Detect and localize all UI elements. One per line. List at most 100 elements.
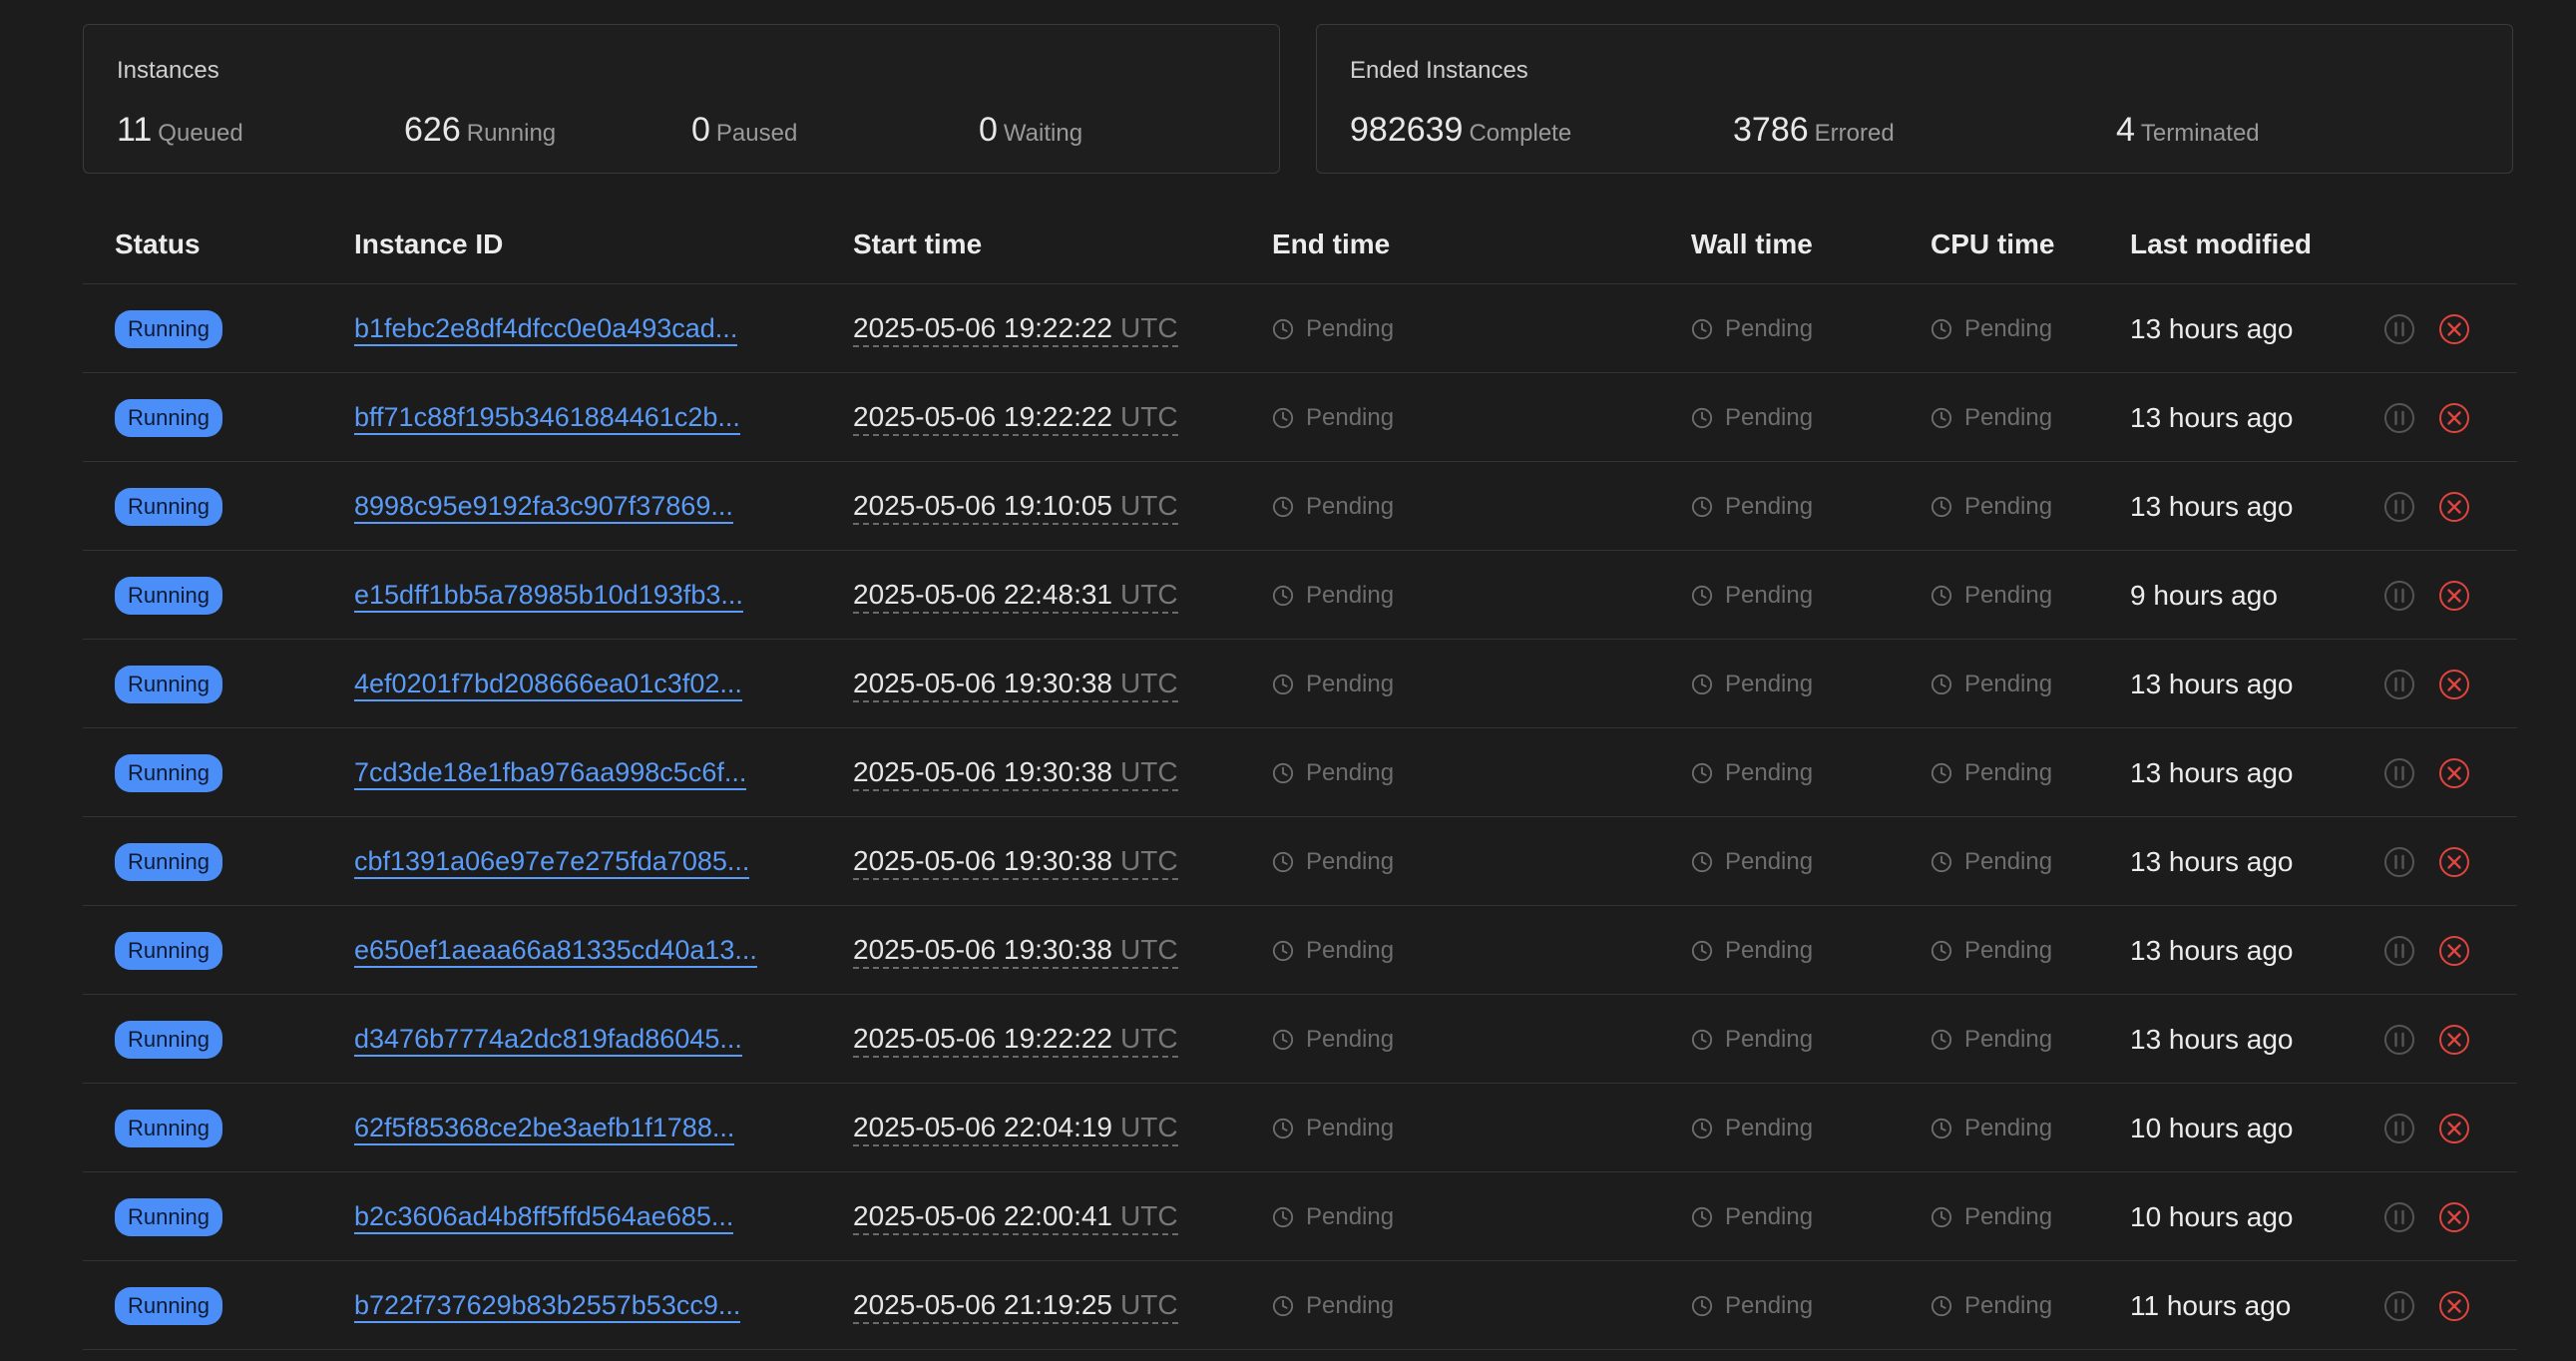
pending-label: Pending — [1725, 314, 1814, 342]
start-time-value: 2025-05-06 19:30:38 — [853, 667, 1112, 698]
start-time[interactable]: 2025-05-06 19:22:22 UTC — [853, 311, 1178, 347]
instance-id-link[interactable]: b2c3606ad4b8ff5ffd564ae685... — [354, 1200, 734, 1234]
close-circle-icon[interactable] — [2437, 312, 2471, 346]
instance-id-link[interactable]: bff71c88f195b3461884461c2b... — [354, 401, 740, 435]
start-time-value: 2025-05-06 21:19:25 — [853, 1288, 1112, 1320]
column-header-start-time[interactable]: Start time — [853, 228, 982, 260]
pause-icon[interactable] — [2382, 1200, 2416, 1234]
instance-id-link[interactable]: cbf1391a06e97e7e275fda7085... — [354, 845, 750, 879]
status-badge: Running — [115, 576, 222, 615]
instance-id-link[interactable]: 8998c95e9192fa3c907f37869... — [354, 490, 733, 524]
instance-id-link[interactable]: b1febc2e8df4dfcc0e0a493cad... — [354, 312, 738, 346]
clock-icon — [1691, 318, 1713, 339]
pending-label: Pending — [1964, 1025, 2053, 1053]
end-time-cell: Pending — [1272, 284, 1394, 373]
pause-icon[interactable] — [2382, 934, 2416, 968]
pause-icon[interactable] — [2382, 401, 2416, 435]
status-cell: Running — [115, 373, 222, 462]
start-time[interactable]: 2025-05-06 19:22:22 UTC — [853, 400, 1178, 436]
start-time[interactable]: 2025-05-06 19:30:38 UTC — [853, 933, 1178, 969]
clock-icon — [1272, 1118, 1294, 1138]
status-badge: Running — [115, 753, 222, 792]
start-time[interactable]: 2025-05-06 22:48:31 UTC — [853, 578, 1178, 614]
start-time[interactable]: 2025-05-06 19:30:38 UTC — [853, 844, 1178, 880]
pending-label: Pending — [1306, 403, 1395, 431]
instance-id-link[interactable]: e650ef1aeaa66a81335cd40a13... — [354, 934, 757, 968]
stat-value: 0 — [979, 111, 998, 149]
close-circle-icon[interactable] — [2437, 490, 2471, 524]
close-circle-icon[interactable] — [2437, 1112, 2471, 1145]
clock-icon — [1691, 496, 1713, 517]
pending-label: Pending — [1964, 1114, 2053, 1141]
pause-icon[interactable] — [2382, 312, 2416, 346]
start-time[interactable]: 2025-05-06 19:30:38 UTC — [853, 667, 1178, 702]
column-header-last-modified[interactable]: Last modified — [2130, 228, 2312, 260]
clock-icon — [1931, 1206, 1952, 1227]
table-row: Running bff71c88f195b3461884461c2b... 2025… — [83, 373, 2517, 462]
pause-icon[interactable] — [2382, 490, 2416, 524]
table-row: Running b2c3606ad4b8ff5ffd564ae685... 2025… — [83, 1172, 2517, 1261]
column-header-status[interactable]: Status — [115, 228, 201, 260]
wall-time-pending: Pending — [1691, 582, 1813, 610]
start-time[interactable]: 2025-05-06 19:30:38 UTC — [853, 755, 1178, 791]
start-time[interactable]: 2025-05-06 22:04:19 UTC — [853, 1111, 1178, 1146]
cpu-time-pending: Pending — [1931, 759, 2052, 787]
start-time[interactable]: 2025-05-06 19:10:05 UTC — [853, 489, 1178, 525]
pause-icon[interactable] — [2382, 668, 2416, 701]
clock-icon — [1272, 851, 1294, 872]
start-time[interactable]: 2025-05-06 22:00:41 UTC — [853, 1199, 1178, 1235]
pending-label: Pending — [1306, 758, 1395, 786]
clock-icon — [1272, 1206, 1294, 1227]
end-time-pending: Pending — [1272, 759, 1394, 787]
clock-icon — [1691, 851, 1713, 872]
pending-label: Pending — [1725, 581, 1814, 609]
table-row: Running 62f5f85368ce2be3aefb1f1788... 2025… — [83, 1084, 2517, 1172]
pause-icon[interactable] — [2382, 845, 2416, 879]
pending-label: Pending — [1306, 1202, 1395, 1230]
close-circle-icon[interactable] — [2437, 1289, 2471, 1323]
close-circle-icon[interactable] — [2437, 668, 2471, 701]
wall-time-cell: Pending — [1691, 728, 1813, 817]
column-header-wall-time[interactable]: Wall time — [1691, 228, 1813, 260]
close-circle-icon[interactable] — [2437, 934, 2471, 968]
instance-id-link[interactable]: d3476b7774a2dc819fad86045... — [354, 1023, 742, 1057]
last-modified: 13 hours ago — [2130, 490, 2294, 522]
pause-icon[interactable] — [2382, 1112, 2416, 1145]
start-time[interactable]: 2025-05-06 21:19:25 UTC — [853, 1288, 1178, 1324]
close-circle-icon[interactable] — [2437, 401, 2471, 435]
start-time[interactable]: 2025-05-06 19:22:22 UTC — [853, 1022, 1178, 1058]
clock-icon — [1272, 762, 1294, 783]
timezone-label: UTC — [1120, 1022, 1178, 1054]
status-badge: Running — [115, 1109, 222, 1147]
pending-label: Pending — [1725, 936, 1814, 964]
clock-icon — [1931, 940, 1952, 961]
clock-icon — [1691, 585, 1713, 606]
instance-id-link[interactable]: 62f5f85368ce2be3aefb1f1788... — [354, 1112, 735, 1145]
pause-icon[interactable] — [2382, 579, 2416, 613]
close-circle-icon[interactable] — [2437, 756, 2471, 790]
close-circle-icon[interactable] — [2437, 579, 2471, 613]
column-header-end-time[interactable]: End time — [1272, 228, 1390, 260]
last-modified-cell: 9 hours ago — [2130, 551, 2278, 640]
pause-icon[interactable] — [2382, 756, 2416, 790]
pause-icon[interactable] — [2382, 1023, 2416, 1057]
close-circle-icon[interactable] — [2437, 1023, 2471, 1057]
pending-label: Pending — [1725, 1025, 1814, 1053]
close-circle-icon[interactable] — [2437, 1200, 2471, 1234]
cpu-time-pending: Pending — [1931, 1292, 2052, 1320]
instance-id-link[interactable]: 7cd3de18e1fba976aa998c5c6f... — [354, 756, 747, 790]
instance-id-link[interactable]: 4ef0201f7bd208666ea01c3f02... — [354, 668, 742, 701]
instance-id-cell: e15dff1bb5a78985b10d193fb3... — [354, 551, 743, 640]
instance-id-link[interactable]: e15dff1bb5a78985b10d193fb3... — [354, 579, 743, 613]
cpu-time-cell: Pending — [1931, 906, 2052, 995]
pending-label: Pending — [1725, 1291, 1814, 1319]
pause-icon[interactable] — [2382, 1289, 2416, 1323]
end-time-pending: Pending — [1272, 848, 1394, 876]
start-time-cell: 2025-05-06 19:30:38 UTC — [853, 817, 1178, 906]
table-row: Running e15dff1bb5a78985b10d193fb3... 2025… — [83, 551, 2517, 640]
close-circle-icon[interactable] — [2437, 845, 2471, 879]
instance-id-link[interactable]: b722f737629b83b2557b53cc9... — [354, 1289, 741, 1323]
timezone-label: UTC — [1120, 844, 1178, 876]
column-header-instance-id[interactable]: Instance ID — [354, 228, 503, 260]
column-header-cpu-time[interactable]: CPU time — [1931, 228, 2054, 260]
